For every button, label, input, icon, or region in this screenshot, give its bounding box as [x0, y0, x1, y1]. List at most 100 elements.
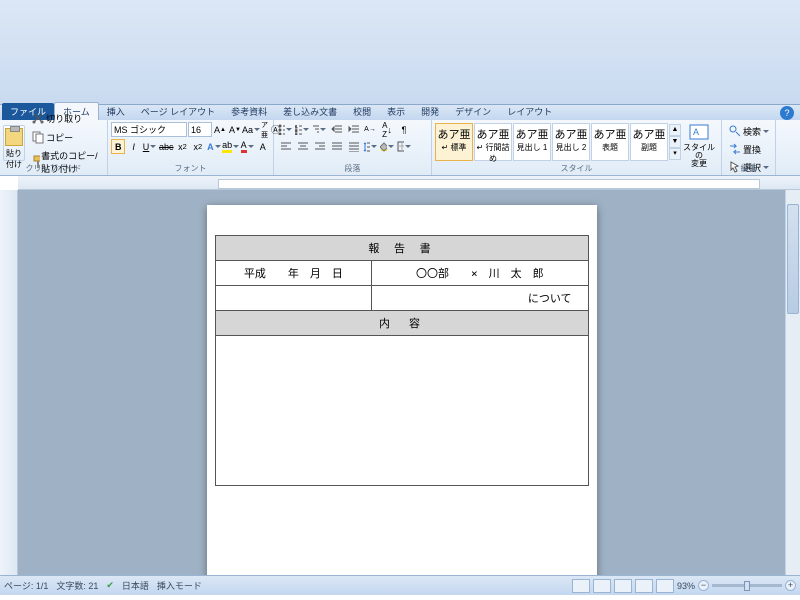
content-header-cell[interactable]: 内 容	[215, 311, 588, 336]
numbering-button[interactable]: 123	[294, 122, 310, 137]
scrollbar-thumb[interactable]	[787, 204, 799, 314]
page: 報 告 書 平成 年 月 日 〇〇部 × 川 太 郎 について 内 容	[207, 205, 597, 575]
content-body-cell[interactable]	[215, 336, 588, 486]
bullets-button[interactable]	[277, 122, 293, 137]
superscript-button[interactable]: x2	[191, 139, 205, 154]
underline-button[interactable]: U	[142, 139, 158, 154]
scissors-icon	[31, 111, 45, 125]
style-item[interactable]: あア亜↵ 行間詰め	[474, 123, 512, 161]
replace-icon	[728, 142, 742, 156]
zoom-in-button[interactable]: +	[785, 580, 796, 591]
view-web[interactable]	[614, 579, 632, 593]
paste-button[interactable]: 貼り付け	[3, 125, 25, 161]
char-shading-button[interactable]: A	[256, 139, 270, 154]
clipboard-icon	[5, 128, 23, 146]
change-styles-button[interactable]: A スタイルの 変更	[682, 123, 716, 161]
style-item[interactable]: あア亜↵ 標準	[435, 123, 473, 161]
group-label-clipboard: クリップボード	[0, 163, 107, 174]
style-name: 副題	[631, 142, 667, 153]
horizontal-ruler[interactable]	[18, 176, 800, 190]
style-item[interactable]: あア亜見出し 1	[513, 123, 551, 161]
style-scroll-up[interactable]: ▲	[669, 124, 681, 136]
tab-page-layout[interactable]: ページ レイアウト	[133, 103, 223, 120]
style-item[interactable]: あア亜副題	[630, 123, 668, 161]
group-label-editing: 編集	[722, 163, 775, 174]
group-font: A▲ A▼ Aa ア亜 Ⓐ B I U abc x2 x2 A ab A A フ…	[108, 120, 274, 175]
spellcheck-icon[interactable]: ✔	[106, 580, 114, 591]
zoom-slider[interactable]	[712, 584, 782, 587]
decrease-indent-button[interactable]	[328, 122, 344, 137]
document-area[interactable]: 報 告 書 平成 年 月 日 〇〇部 × 川 太 郎 について 内 容	[18, 190, 785, 575]
borders-button[interactable]	[396, 139, 412, 154]
status-insert-mode[interactable]: 挿入モード	[157, 579, 202, 592]
text-effects-button[interactable]: A	[206, 139, 222, 154]
style-preview: あア亜	[514, 126, 550, 142]
status-page[interactable]: ページ: 1/1	[4, 579, 48, 592]
style-name: 表題	[592, 142, 628, 153]
status-words[interactable]: 文字数: 21	[56, 579, 98, 592]
style-item[interactable]: あア亜見出し 2	[552, 123, 590, 161]
title-cell[interactable]: 報 告 書	[215, 236, 588, 261]
find-button[interactable]: 検索	[725, 122, 772, 140]
date-cell[interactable]: 平成 年 月 日	[215, 261, 372, 286]
show-marks-button[interactable]: ¶	[396, 122, 412, 137]
tab-mailings[interactable]: 差し込み文書	[275, 103, 345, 120]
shading-button[interactable]	[379, 139, 395, 154]
align-right-button[interactable]	[311, 139, 327, 154]
shrink-font-button[interactable]: A▼	[228, 122, 242, 137]
style-expand[interactable]: ▾	[669, 148, 681, 160]
tab-references[interactable]: 参考資料	[223, 103, 275, 120]
zoom-out-button[interactable]: −	[698, 580, 709, 591]
report-table[interactable]: 報 告 書 平成 年 月 日 〇〇部 × 川 太 郎 について 内 容	[215, 235, 589, 486]
asian-layout-button[interactable]: A→	[362, 122, 378, 137]
search-icon	[728, 124, 742, 138]
highlight-button[interactable]: ab	[223, 139, 239, 154]
view-outline[interactable]	[635, 579, 653, 593]
author-cell[interactable]: 〇〇部 × 川 太 郎	[372, 261, 588, 286]
view-full-screen[interactable]	[593, 579, 611, 593]
tab-layout[interactable]: レイアウト	[499, 103, 560, 120]
zoom-thumb[interactable]	[744, 581, 750, 591]
increase-indent-button[interactable]	[345, 122, 361, 137]
vertical-ruler[interactable]	[0, 190, 18, 575]
help-icon[interactable]: ?	[780, 106, 794, 120]
zoom-level[interactable]: 93%	[677, 581, 695, 591]
strike-button[interactable]: abc	[158, 139, 174, 154]
svg-text:A: A	[693, 127, 699, 137]
sort-button[interactable]: AZ↓	[379, 122, 395, 137]
view-print-layout[interactable]	[572, 579, 590, 593]
tab-design[interactable]: デザイン	[447, 103, 499, 120]
tab-developer[interactable]: 開発	[413, 103, 447, 120]
phonetic-button[interactable]: ア亜	[260, 122, 269, 137]
cut-button[interactable]: 切り取り	[28, 109, 104, 127]
group-editing: 検索 置換 選択 編集	[722, 120, 776, 175]
line-spacing-button[interactable]	[362, 139, 378, 154]
justify-button[interactable]	[328, 139, 344, 154]
subject-cell-right[interactable]: について	[372, 286, 588, 311]
style-item[interactable]: あア亜表題	[591, 123, 629, 161]
vertical-scrollbar[interactable]	[785, 190, 800, 575]
tab-review[interactable]: 校閲	[345, 103, 379, 120]
align-center-button[interactable]	[294, 139, 310, 154]
multilevel-button[interactable]	[311, 122, 327, 137]
style-scroll-down[interactable]: ▼	[669, 136, 681, 148]
status-language[interactable]: 日本語	[122, 579, 149, 592]
distribute-button[interactable]	[345, 139, 361, 154]
font-color-button[interactable]: A	[240, 139, 255, 154]
subscript-button[interactable]: x2	[175, 139, 189, 154]
align-left-button[interactable]	[277, 139, 293, 154]
font-name-input[interactable]	[111, 122, 187, 137]
grow-font-button[interactable]: A▲	[213, 122, 227, 137]
style-preview: あア亜	[553, 126, 589, 142]
replace-button[interactable]: 置換	[725, 140, 772, 158]
view-draft[interactable]	[656, 579, 674, 593]
copy-button[interactable]: コピー	[28, 128, 104, 146]
change-case-button[interactable]: Aa	[243, 122, 259, 137]
group-paragraph: 123 A→ AZ↓ ¶ 段落	[274, 120, 432, 175]
subject-cell-left[interactable]	[215, 286, 372, 311]
italic-button[interactable]: I	[126, 139, 140, 154]
font-size-input[interactable]	[188, 122, 212, 137]
bold-button[interactable]: B	[111, 139, 125, 154]
workspace: 報 告 書 平成 年 月 日 〇〇部 × 川 太 郎 について 内 容	[0, 190, 800, 575]
tab-view[interactable]: 表示	[379, 103, 413, 120]
